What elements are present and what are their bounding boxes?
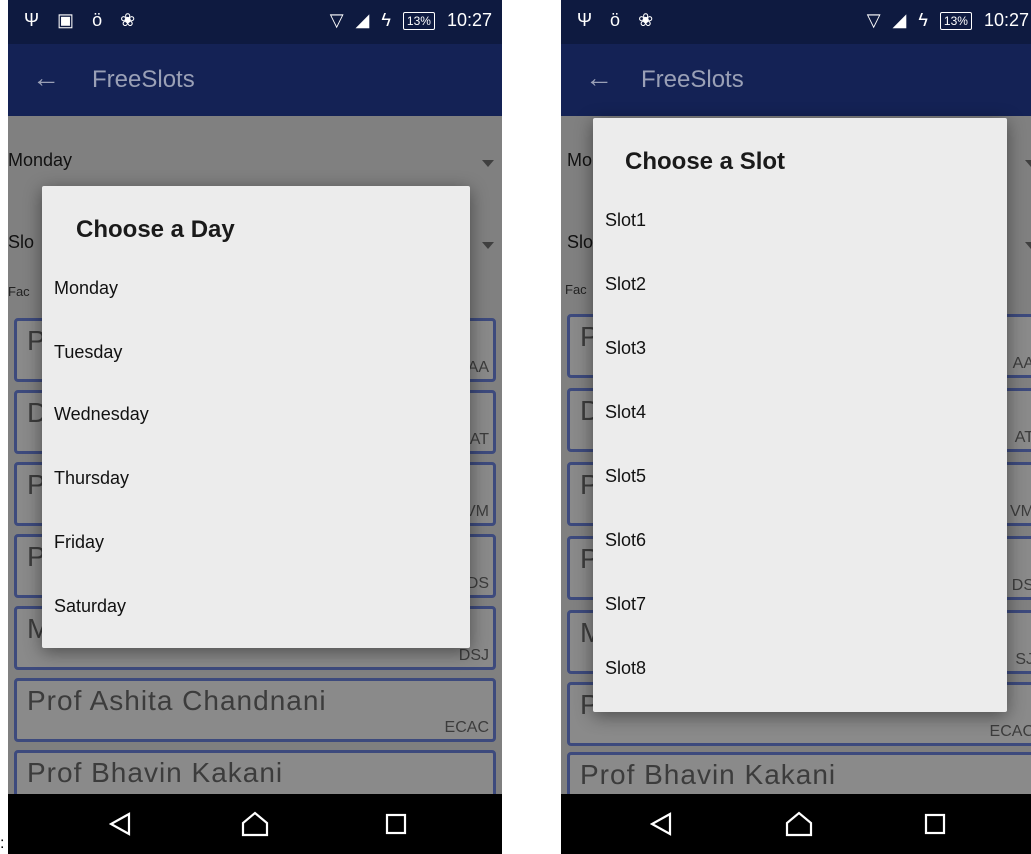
day-option[interactable]: Thursday <box>54 468 129 489</box>
nav-recents-icon[interactable] <box>380 808 412 840</box>
day-option[interactable]: Tuesday <box>54 342 122 363</box>
bulb-icon: ö <box>92 10 103 30</box>
signal-icon: ◢ <box>355 10 370 30</box>
charging-icon: ϟ <box>381 10 391 30</box>
usb-icon: Ψ <box>577 10 593 30</box>
slot-option[interactable]: Slot2 <box>605 274 646 295</box>
charging-icon: ϟ <box>918 10 928 30</box>
faculty-code: DS <box>1011 577 1031 594</box>
choose-slot-dialog: Choose a Slot Slot1 Slot2 Slot3 Slot4 Sl… <box>593 118 1007 712</box>
slot-option[interactable]: Slot1 <box>605 210 646 231</box>
faculty-name: Prof Bhavin Kakani <box>580 759 837 790</box>
slot-option[interactable]: Slot8 <box>605 658 646 679</box>
slot-option[interactable]: Slot6 <box>605 530 646 551</box>
status-time: 10:27 <box>983 10 1029 30</box>
app-title: FreeSlots <box>92 66 195 93</box>
faculty-code: AT <box>1014 429 1031 446</box>
slot-option[interactable]: Slot3 <box>605 338 646 359</box>
faculty-name: Prof Ashita Chandnani <box>27 685 327 716</box>
slot-spinner-value: Slo <box>567 232 594 252</box>
day-spinner[interactable]: Monday <box>8 146 502 186</box>
dialog-title: Choose a Slot <box>625 148 786 175</box>
dialog-title: Choose a Day <box>76 216 235 243</box>
signal-icon: ◢ <box>892 10 907 30</box>
faculty-code: AA <box>1012 355 1031 372</box>
app-title: FreeSlots <box>641 66 744 93</box>
chevron-down-icon <box>482 242 494 249</box>
chevron-down-icon <box>1025 242 1031 249</box>
day-spinner-value: Monday <box>8 150 73 170</box>
wifi-icon: ▽ <box>866 10 881 30</box>
separator-colon: : <box>0 835 5 852</box>
faculty-code: DS <box>466 575 489 592</box>
navigation-bar <box>8 794 502 854</box>
faculty-code: DSJ <box>458 647 489 664</box>
android-icon: ❀ <box>638 10 654 30</box>
nav-recents-icon[interactable] <box>919 808 951 840</box>
phone-screen-day-picker: Ψ ▣ ö ❀ ▽ ◢ ϟ 13% 10:27 ← FreeSlots Mond… <box>8 0 502 854</box>
day-option[interactable]: Monday <box>54 278 118 299</box>
slot-option[interactable]: Slot4 <box>605 402 646 423</box>
choose-day-dialog: Choose a Day Monday Tuesday Wednesday Th… <box>42 186 470 648</box>
day-option[interactable]: Friday <box>54 532 104 553</box>
navigation-bar <box>561 794 1031 854</box>
day-spinner-value: Mo <box>567 150 593 170</box>
faculty-code: ECAC <box>989 723 1031 740</box>
faculty-label: Fac <box>8 284 30 299</box>
wifi-icon: ▽ <box>329 10 344 30</box>
status-time: 10:27 <box>446 10 492 30</box>
nav-home-icon[interactable] <box>783 808 815 840</box>
faculty-code: VM <box>1010 503 1031 520</box>
faculty-code: AT <box>469 431 489 448</box>
faculty-code: AA <box>467 359 489 376</box>
slot-option[interactable]: Slot5 <box>605 466 646 487</box>
faculty-code: SJ <box>1015 651 1031 668</box>
bulb-icon: ö <box>610 10 621 30</box>
battery-indicator: 13% <box>939 11 972 30</box>
nav-home-icon[interactable] <box>239 808 271 840</box>
status-bar: Ψ ö ❀ ▽ ◢ ϟ 13% 10:27 <box>561 0 1031 44</box>
day-option[interactable]: Wednesday <box>54 404 149 425</box>
phone-screen-slot-picker: Ψ ö ❀ ▽ ◢ ϟ 13% 10:27 ← FreeSlots Mo Slo… <box>561 0 1031 854</box>
chevron-down-icon <box>482 160 494 167</box>
faculty-label: Fac <box>565 282 587 297</box>
android-icon: ❀ <box>120 10 136 30</box>
usb-icon: Ψ <box>24 10 40 30</box>
chevron-down-icon <box>1025 160 1031 167</box>
battery-indicator: 13% <box>402 11 435 30</box>
back-arrow-icon[interactable]: ← <box>585 64 613 92</box>
status-bar: Ψ ▣ ö ❀ ▽ ◢ ϟ 13% 10:27 <box>8 0 502 44</box>
faculty-code: ECAC <box>444 719 489 736</box>
day-option[interactable]: Saturday <box>54 596 126 617</box>
faculty-card[interactable]: Prof Ashita Chandnani ECAC <box>14 678 496 742</box>
nav-back-icon[interactable] <box>104 808 136 840</box>
back-arrow-icon[interactable]: ← <box>32 64 60 92</box>
faculty-name: Prof Bhavin Kakani <box>27 757 284 788</box>
app-bar: ← FreeSlots <box>561 44 1031 116</box>
image-icon: ▣ <box>57 10 75 30</box>
app-bar: ← FreeSlots <box>8 44 502 116</box>
nav-back-icon[interactable] <box>645 808 677 840</box>
slot-option[interactable]: Slot7 <box>605 594 646 615</box>
slot-spinner-value: Slo <box>8 232 35 252</box>
